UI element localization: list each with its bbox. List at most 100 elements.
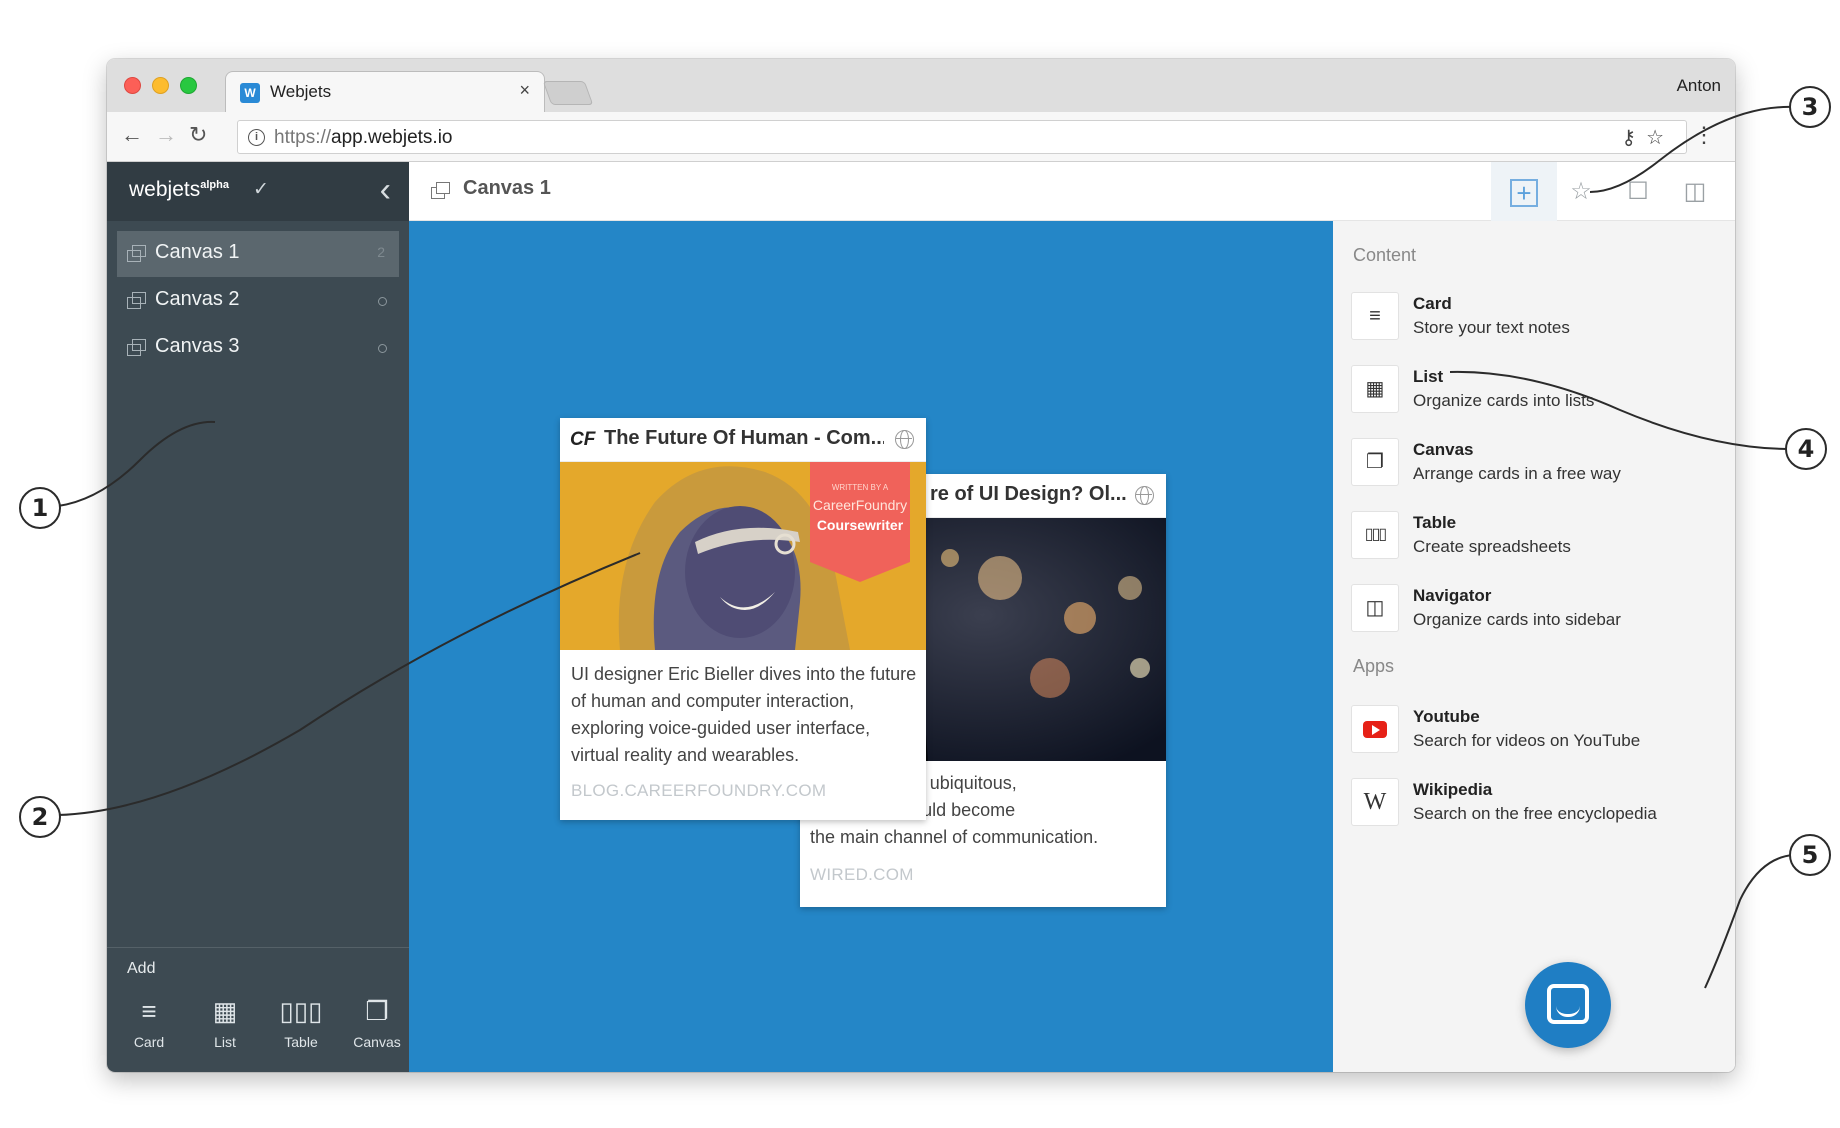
card-title: The Future Of Human - Com... [604,427,884,449]
screenshot-stage: W Webjets × Anton ← → ↻ i https://app.we… [0,0,1840,1128]
info-icon[interactable]: i [248,129,265,146]
key-icon[interactable]: ⚷ [1621,127,1646,149]
canvas-stack-icon [127,245,146,262]
browser-tab[interactable]: W Webjets × [225,71,545,113]
panel-item-desc: Create spreadsheets [1413,537,1571,556]
navigator-icon: ◫ [1351,584,1399,632]
sidebar-item-canvas-2[interactable]: Canvas 2 [117,278,399,324]
sidebar-item-canvas-3[interactable]: Canvas 3 [117,325,399,371]
lines-icon: ≡ [141,996,157,1026]
panel-item-list[interactable]: ▦ List Organize cards into lists [1351,361,1731,417]
section-heading-apps: Apps [1353,656,1395,676]
circle-icon [378,297,387,306]
circle-icon [378,344,387,353]
card-header: CF The Future Of Human - Com... [560,418,926,462]
close-window-button[interactable] [124,77,141,94]
plus-icon: + [1510,178,1538,207]
card-source: WIRED.COM [810,865,914,884]
panel-item-desc: Arrange cards in a free way [1413,464,1621,483]
callout-1: 1 [32,494,49,522]
collapse-sidebar-icon[interactable]: ‹ [380,171,391,210]
minimize-window-button[interactable] [152,77,169,94]
sidebar-item-label: Canvas 1 [155,241,240,263]
callout-3: 3 [1802,93,1819,121]
sidebar-item-label: Canvas 3 [155,335,240,357]
panel-item-name: Wikipedia [1413,780,1493,799]
add-table-button[interactable]: ▯▯▯ Table [271,996,331,1050]
link-card-careerfoundry[interactable]: CF The Future Of Human - Com... WRITTEN … [560,418,926,820]
add-canvas-button[interactable]: ❐ Canvas [347,996,407,1050]
badge-small-text: WRITTEN BY A [832,483,889,492]
panel-item-name: List [1413,367,1444,386]
card-text-line: the main channel of communication. [810,827,1099,847]
forward-arrow-icon[interactable]: → [155,122,177,148]
panel-item-card[interactable]: ≡ Card Store your text notes [1351,288,1731,344]
panel-item-desc: Organize cards into lists [1413,391,1595,410]
add-card-label: Card [133,1034,165,1050]
card-source: BLOG.CAREERFOUNDRY.COM [571,781,827,800]
address-bar[interactable]: i https://app.webjets.io ⚷☆ [237,120,1687,154]
browser-window: W Webjets × Anton ← → ↻ i https://app.we… [107,59,1735,1072]
panel-item-navigator[interactable]: ◫ Navigator Organize cards into sidebar [1351,580,1731,636]
grid-icon: ▦ [1351,365,1399,413]
maximize-window-button[interactable] [180,77,197,94]
add-list-button[interactable]: ▦ List [195,996,255,1050]
panel-item-name: Table [1413,513,1457,532]
canvas-header: Canvas 1 + ☆ ☐ ◫ ☻ [409,162,1735,221]
new-tab-button[interactable] [542,81,594,105]
panel-item-table[interactable]: ▯▯▯ Table Create spreadsheets [1351,507,1731,563]
stack-icon: ❐ [1351,438,1399,486]
card-count: 2 [377,244,385,260]
canvas-board[interactable]: re of UI Design? Ol... ubiquitous, becom… [409,221,1333,1072]
panel-item-youtube[interactable]: Youtube Search for videos on YouTube [1351,701,1731,757]
reload-icon[interactable]: ↻ [189,122,207,148]
page-title: Canvas 1 [463,177,551,199]
panel-item-name: Card [1413,294,1452,313]
section-heading-content: Content [1353,245,1417,265]
browser-toolbar: ← → ↻ i https://app.webjets.io ⚷☆ ⋮ [107,112,1735,162]
youtube-icon [1351,705,1399,753]
back-arrow-icon[interactable]: ← [121,122,143,148]
profile-name[interactable]: Anton [1677,76,1721,96]
webjets-app: webjetsalpha ✓ ‹ Canvas 1 2 Canvas 2 Can… [107,162,1735,1072]
card-description: UI designer Eric Bieller dives into the … [571,664,917,765]
woman-smiling-photo: WRITTEN BY A CareerFoundry Coursewriter [560,462,926,650]
panel-item-name: Youtube [1413,707,1480,726]
stack-icon: ❐ [365,996,389,1026]
sidebar-add-section: Add ≡ Card ▦ List ▯▯▯ Table ❐ Canvas [107,947,409,1072]
sidebar-item-canvas-1[interactable]: Canvas 1 2 [117,231,399,277]
chat-support-button[interactable] [1525,962,1611,1048]
sidebar-item-label: Canvas 2 [155,288,240,310]
wikipedia-icon: W [1351,778,1399,826]
panel-item-name: Canvas [1413,440,1474,459]
panel-item-canvas[interactable]: ❐ Canvas Arrange cards in a free way [1351,434,1731,490]
user-icon[interactable]: ☻ [1719,162,1735,221]
badge-big-text: Coursewriter [817,517,904,533]
callout-4: 4 [1798,435,1815,463]
canvas-stack-icon [431,182,450,199]
canvas-stack-icon [127,339,146,356]
panel-item-desc: Store your text notes [1413,318,1570,337]
browser-menu-icon[interactable]: ⋮ [1693,122,1715,148]
webjets-logo: webjetsalpha [129,178,229,201]
browser-titlebar: W Webjets × Anton [107,59,1735,113]
grid-icon: ▦ [212,996,238,1026]
url-text: https://app.webjets.io [274,127,453,148]
add-table-label: Table [284,1034,318,1050]
card-title: re of UI Design? Ol... [930,483,1126,505]
panel-item-desc: Organize cards into sidebar [1413,610,1621,629]
globe-icon[interactable] [895,430,914,449]
columns-icon: ▯▯▯ [1351,511,1399,559]
add-card-button[interactable]: ≡ Card [119,996,179,1050]
panel-item-wikipedia[interactable]: W Wikipedia Search on the free encyclope… [1351,774,1731,830]
tab-title: Webjets [270,82,332,101]
callout-5: 5 [1802,841,1819,869]
lines-icon: ≡ [1351,292,1399,340]
globe-icon[interactable] [1135,486,1154,505]
add-canvas-label: Canvas [353,1034,401,1050]
tab-close-icon[interactable]: × [519,80,530,101]
add-content-panel: Content ≡ Card Store your text notes ▦ L… [1333,221,1735,1072]
sidebar: webjetsalpha ✓ ‹ Canvas 1 2 Canvas 2 Can… [107,162,409,1072]
webjets-favicon-icon: W [240,83,260,103]
bookmark-star-icon[interactable]: ☆ [1646,127,1674,149]
